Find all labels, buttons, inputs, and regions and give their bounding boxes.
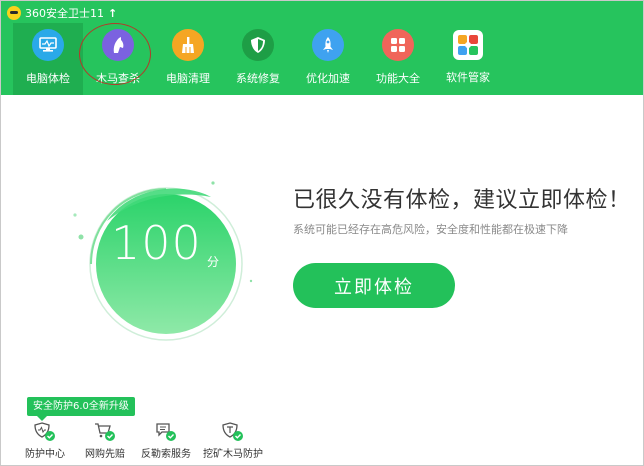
title-bar: 360安全卫士11 ↑ (7, 4, 117, 22)
annotation-circle (79, 23, 151, 85)
status-headline: 已很久没有体检，建议立即体检！ (293, 188, 631, 213)
monitor-icon (32, 29, 64, 61)
flower-icon (453, 30, 483, 60)
bottom-item-mining-trojan-protection[interactable]: 挖矿木马防护 (197, 421, 269, 460)
score-value: 100 (111, 216, 202, 270)
rocket-icon (312, 29, 344, 61)
bottom-item-protection-center[interactable]: 防护中心 (15, 421, 75, 460)
360-logo-icon (7, 6, 21, 20)
bottom-item-label: 防护中心 (25, 449, 65, 460)
bottom-item-anti-ransom[interactable]: 反勒索服务 (135, 421, 197, 460)
nav-item-speedup[interactable]: 优化加速 (293, 23, 363, 95)
nav-item-checkup[interactable]: 电脑体检 (13, 23, 83, 95)
broom-icon (172, 29, 204, 61)
app-title: 360安全卫士11 (25, 7, 104, 20)
anti-ransom-icon (154, 421, 178, 443)
shield-icon (242, 29, 274, 61)
bottom-bar: 防护中心 网购先赔 反勒索服务 挖矿木马防护 (15, 421, 269, 460)
nav-label: 电脑清理 (166, 72, 210, 85)
nav-item-all-features[interactable]: 功能大全 (363, 23, 433, 95)
bottom-item-shopping-guarantee[interactable]: 网购先赔 (75, 421, 135, 460)
protection-center-icon (33, 421, 57, 443)
bottom-item-label: 网购先赔 (85, 449, 125, 460)
app-window: 360安全卫士11 ↑ 电脑体检 木马查杀 电脑清理 系统修复 优化加速 功能大… (0, 0, 644, 466)
shopping-cart-icon (93, 421, 117, 443)
grid-icon (382, 29, 414, 61)
start-checkup-button[interactable]: 立即体检 (293, 263, 455, 308)
nav-label: 电脑体检 (26, 72, 70, 85)
nav-label: 功能大全 (376, 72, 420, 85)
upgrade-arrow-icon[interactable]: ↑ (108, 7, 117, 20)
mining-trojan-icon (221, 421, 245, 443)
bottom-item-label: 反勒索服务 (141, 449, 191, 460)
score-unit: 分 (207, 255, 220, 269)
nav-label: 系统修复 (236, 72, 280, 85)
nav-label: 优化加速 (306, 72, 350, 85)
nav-item-system-repair[interactable]: 系统修复 (223, 23, 293, 95)
nav-label: 软件管家 (446, 71, 490, 84)
health-score-gauge: 100 分 (61, 161, 271, 371)
nav-item-software-manager[interactable]: 软件管家 (433, 23, 503, 95)
status-description: 系统可能已经存在高危风险，安全度和性能都在极速下降 (293, 223, 568, 236)
nav-item-cleanup[interactable]: 电脑清理 (153, 23, 223, 95)
bottom-item-label: 挖矿木马防护 (203, 449, 263, 460)
header: 360安全卫士11 ↑ 电脑体检 木马查杀 电脑清理 系统修复 优化加速 功能大… (1, 1, 643, 95)
promo-badge[interactable]: 安全防护6.0全新升级 (27, 397, 135, 421)
